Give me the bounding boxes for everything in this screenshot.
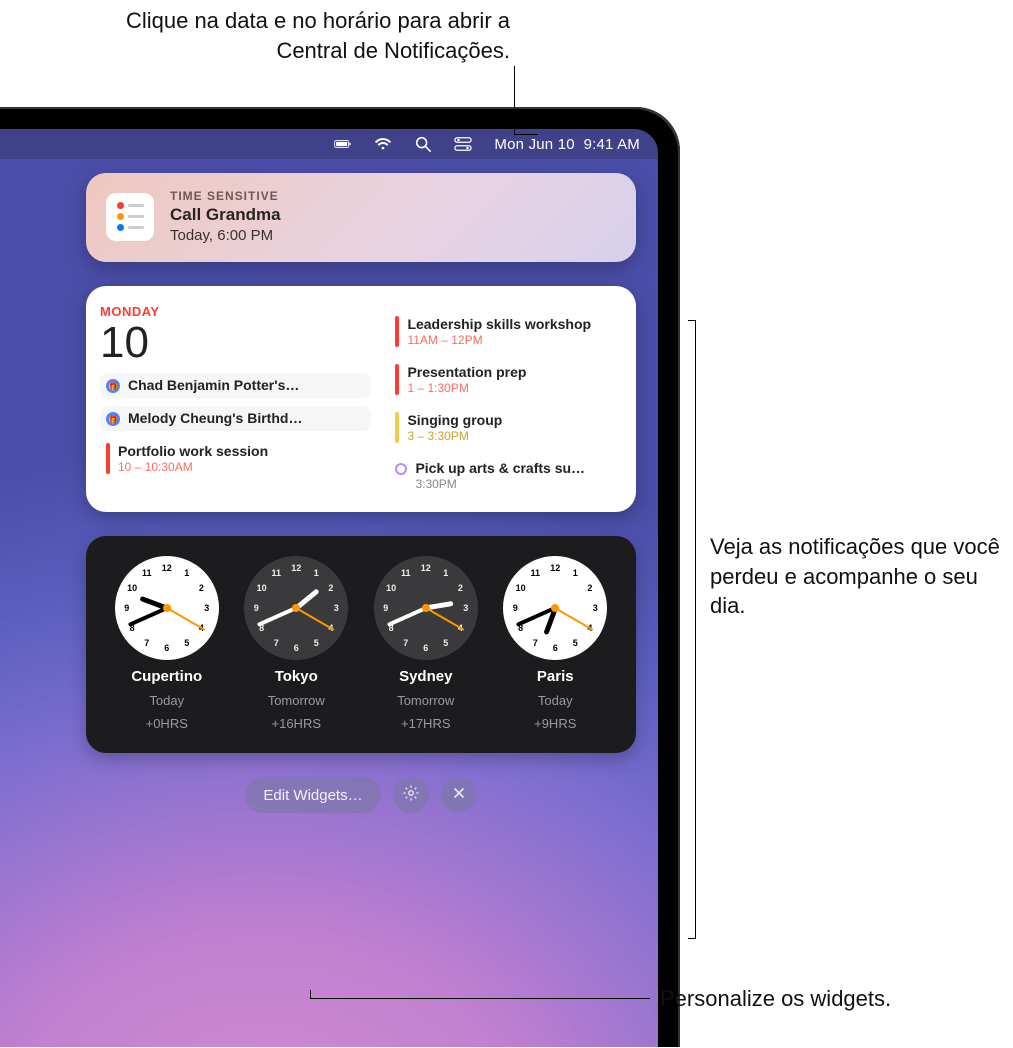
clock-offset: +9HRS <box>534 716 576 731</box>
calendar-event[interactable]: Pick up arts & crafts su…3:30PM <box>389 456 622 496</box>
callout-bracket <box>688 938 696 939</box>
notification-center: TIME SENSITIVE Call Grandma Today, 6:00 … <box>86 173 636 813</box>
calendar-event[interactable]: Singing group3 – 3:30PM <box>389 408 622 448</box>
clock-day: Today <box>149 693 184 708</box>
callout-line <box>514 66 515 134</box>
clock-city: Sydney <box>399 668 452 685</box>
wifi-icon[interactable] <box>374 135 392 153</box>
clock-offset: +17HRS <box>401 716 451 731</box>
notification-card[interactable]: TIME SENSITIVE Call Grandma Today, 6:00 … <box>86 173 636 262</box>
clock-cupertino[interactable]: 121234567891011 Cupertino Today +0HRS <box>102 556 232 731</box>
calendar-widget[interactable]: MONDAY 10 🎁 Chad Benjamin Potter's… 🎁 Melod… <box>86 286 636 512</box>
clock-city: Tokyo <box>275 668 318 685</box>
callout-line <box>310 998 650 999</box>
callout-bottom: Personalize os widgets. <box>660 984 920 1014</box>
widget-controls: Edit Widgets… <box>86 777 636 813</box>
clock-city: Cupertino <box>131 668 202 685</box>
event-color-bar <box>395 316 399 347</box>
calendar-event[interactable]: Leadership skills workshop11AM – 12PM <box>389 312 622 352</box>
reminders-app-icon <box>106 193 154 241</box>
event-title: Presentation prep <box>407 364 616 380</box>
control-center-icon[interactable] <box>454 135 472 153</box>
close-button[interactable] <box>441 777 477 813</box>
clock-face: 121234567891011 <box>503 556 607 660</box>
event-title: Chad Benjamin Potter's… <box>128 377 365 393</box>
calendar-daynum: 10 <box>100 321 371 365</box>
search-icon[interactable] <box>414 135 432 153</box>
event-title: Portfolio work session <box>118 443 365 459</box>
callout-top: Clique na data e no horário para abrir a… <box>80 6 510 65</box>
menubar-time: 9:41 AM <box>584 136 640 153</box>
event-title: Pick up arts & crafts su… <box>415 460 616 476</box>
clock-face: 121234567891011 <box>244 556 348 660</box>
screen: Mon Jun 10 9:41 AM TIME SENSITIVE Call G… <box>0 129 658 1047</box>
device-frame: Mon Jun 10 9:41 AM TIME SENSITIVE Call G… <box>0 107 680 1047</box>
calendar-event[interactable]: Presentation prep1 – 1:30PM <box>389 360 622 400</box>
edit-widgets-button[interactable]: Edit Widgets… <box>245 777 380 813</box>
callout-line <box>514 134 538 135</box>
close-icon <box>450 784 468 807</box>
clock-day: Tomorrow <box>397 693 454 708</box>
event-time: 10 – 10:30AM <box>118 460 365 474</box>
event-time: 11AM – 12PM <box>407 333 616 347</box>
callout-bracket <box>688 320 696 321</box>
event-color-bar <box>395 412 399 443</box>
menubar: Mon Jun 10 9:41 AM <box>0 129 658 159</box>
event-title: Leadership skills workshop <box>407 316 616 332</box>
callout-bracket <box>695 320 696 938</box>
clock-city: Paris <box>537 668 574 685</box>
callout-line <box>310 990 311 998</box>
gift-icon: 🎁 <box>106 412 120 426</box>
event-time: 1 – 1:30PM <box>407 381 616 395</box>
event-ring-icon <box>395 463 407 475</box>
event-time: 3 – 3:30PM <box>407 429 616 443</box>
clock-face: 121234567891011 <box>115 556 219 660</box>
event-time: 3:30PM <box>415 477 616 491</box>
clock-day: Tomorrow <box>268 693 325 708</box>
event-title: Melody Cheung's Birthd… <box>128 410 365 426</box>
menubar-date: Mon Jun 10 <box>494 136 574 153</box>
clock-face: 121234567891011 <box>374 556 478 660</box>
clock-paris[interactable]: 121234567891011 Paris Today +9HRS <box>491 556 621 731</box>
callout-right: Veja as notificações que você perdeu e a… <box>710 532 1000 621</box>
clock-day: Today <box>538 693 573 708</box>
calendar-event[interactable]: Portfolio work session10 – 10:30AM <box>100 439 371 479</box>
gear-icon <box>402 784 420 807</box>
event-title: Singing group <box>407 412 616 428</box>
calendar-event[interactable]: 🎁 Chad Benjamin Potter's… <box>100 373 371 398</box>
settings-button[interactable] <box>393 777 429 813</box>
calendar-dayname: MONDAY <box>100 304 371 319</box>
calendar-event[interactable]: 🎁 Melody Cheung's Birthd… <box>100 406 371 431</box>
clock-offset: +0HRS <box>146 716 188 731</box>
menubar-date-time[interactable]: Mon Jun 10 9:41 AM <box>494 136 640 153</box>
event-color-bar <box>395 364 399 395</box>
notification-label: TIME SENSITIVE <box>170 189 281 203</box>
clock-tokyo[interactable]: 121234567891011 Tokyo Tomorrow +16HRS <box>232 556 362 731</box>
battery-icon[interactable] <box>334 135 352 153</box>
notification-subtitle: Today, 6:00 PM <box>170 227 281 244</box>
world-clock-widget[interactable]: 121234567891011CupertinoToday+0HRS121234… <box>86 536 636 753</box>
gift-icon: 🎁 <box>106 379 120 393</box>
event-color-bar <box>106 443 110 474</box>
clock-offset: +16HRS <box>272 716 322 731</box>
notification-title: Call Grandma <box>170 205 281 225</box>
clock-sydney[interactable]: 121234567891011 Sydney Tomorrow +17HRS <box>361 556 491 731</box>
